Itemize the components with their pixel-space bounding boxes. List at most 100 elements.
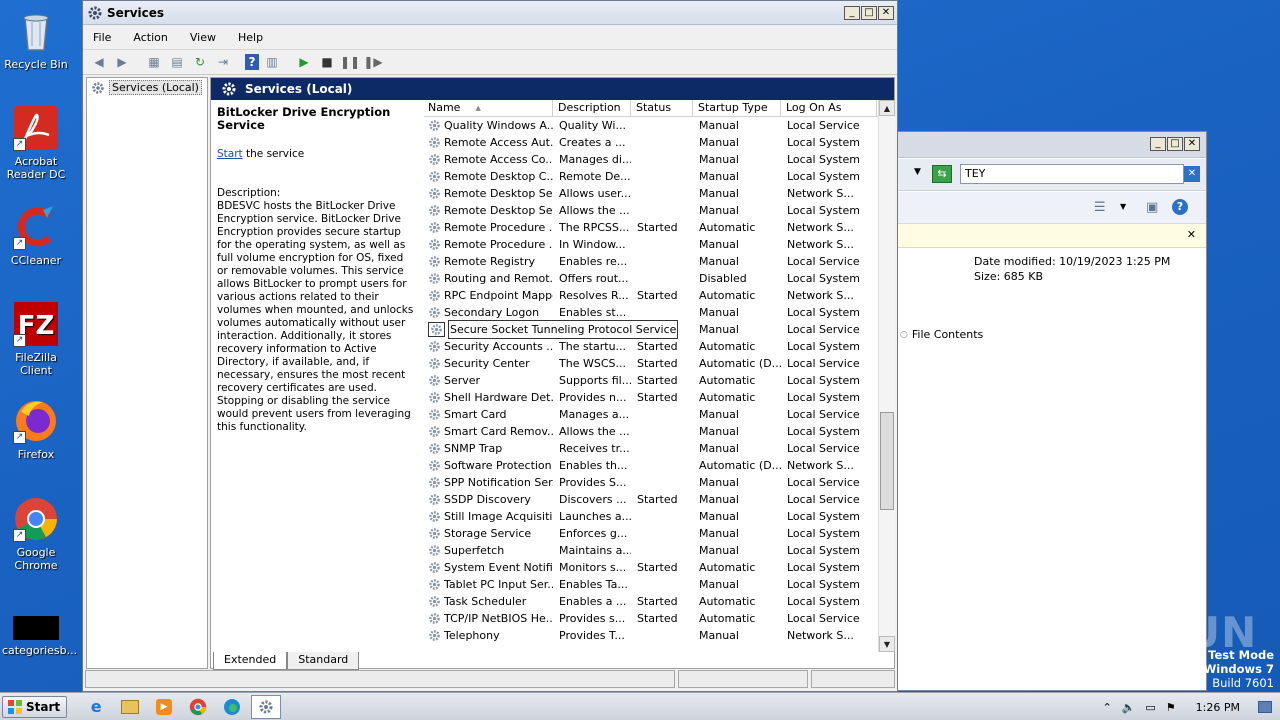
column-header-startup-type[interactable]: Startup Type <box>693 100 781 116</box>
table-row[interactable]: Telephony Provides T... Manual Network S... <box>424 627 894 644</box>
minimize-button[interactable]: _ <box>844 6 860 20</box>
start-service-link[interactable]: Start <box>217 148 243 160</box>
table-row[interactable]: Security Center The WSCS... Started Automat… <box>424 355 894 372</box>
table-row[interactable]: Remote Desktop C... Remote De... Manual Loc… <box>424 168 894 185</box>
edge-taskbar-icon[interactable] <box>217 695 247 719</box>
refresh-icon[interactable]: ↻ <box>190 52 210 72</box>
close-button[interactable]: ✕ <box>878 6 894 20</box>
table-row[interactable]: Remote Registry Enables re... Manual Local … <box>424 253 894 270</box>
table-row[interactable]: Storage Service Enforces g... Manual Local … <box>424 525 894 542</box>
file-contents-link[interactable]: ○ File Contents <box>900 328 983 341</box>
table-row[interactable]: Remote Procedure ... In Window... Manual Ne… <box>424 236 894 253</box>
chrome-taskbar-icon[interactable] <box>183 695 213 719</box>
action-center-flag-icon[interactable]: ⚑ <box>1166 701 1176 714</box>
table-row[interactable]: Quality Windows A... Quality Wi... Manual L… <box>424 117 894 134</box>
clock[interactable]: 1:26 PM <box>1196 701 1240 714</box>
table-row[interactable]: Security Accounts ... The startu... Starte… <box>424 338 894 355</box>
table-row[interactable]: SSDP Discovery Discovers ... Started Manual… <box>424 491 894 508</box>
back-icon[interactable]: ◀ <box>89 52 109 72</box>
menu-file[interactable]: File <box>93 31 111 44</box>
chevron-down-icon[interactable]: ▼ <box>1120 202 1126 211</box>
close-button[interactable]: ✕ <box>1184 137 1200 151</box>
pause-icon[interactable]: ❚❚ <box>340 52 360 72</box>
minimize-button[interactable]: _ <box>1150 137 1166 151</box>
view-options-icon[interactable]: ☰ <box>1094 200 1106 215</box>
column-header-logon[interactable]: Log On As <box>781 100 877 116</box>
search-input[interactable]: TEY <box>960 164 1184 184</box>
refresh-icon[interactable]: ⇆ <box>932 165 952 183</box>
properties-icon[interactable]: ▤ <box>167 52 187 72</box>
restart-icon[interactable]: ❚▶ <box>363 52 383 72</box>
table-row[interactable]: SPP Notification Ser... Provides S... Manu… <box>424 474 894 491</box>
table-row[interactable]: System Event Notifi... Monitors s... Start… <box>424 559 894 576</box>
services-titlebar[interactable]: Services <box>83 1 897 25</box>
tab-extended[interactable]: Extended <box>213 652 288 670</box>
tree-item-services-local[interactable]: Services (Local) <box>87 78 207 97</box>
clear-search-icon[interactable]: ✕ <box>1184 166 1200 182</box>
forward-icon[interactable]: ▶ <box>112 52 132 72</box>
preview-pane-icon[interactable]: ▣ <box>1146 200 1158 215</box>
table-row[interactable]: Task Scheduler Enables a ... Started Automa… <box>424 593 894 610</box>
maximize-button[interactable]: □ <box>1167 137 1183 151</box>
table-row[interactable]: Remote Access Co... Manages di... Manual Lo… <box>424 151 894 168</box>
column-header-description[interactable]: Description <box>553 100 631 116</box>
column-header-name[interactable]: Name ▲ <box>424 100 553 116</box>
table-row[interactable]: Shell Hardware Det... Provides n... Starte… <box>424 389 894 406</box>
ie-taskbar-icon[interactable]: e <box>81 695 111 719</box>
media-player-taskbar-icon[interactable]: ▶ <box>149 695 179 719</box>
tab-standard[interactable]: Standard <box>287 652 360 670</box>
table-row[interactable]: Smart Card Remov... Allows the ... Manual L… <box>424 423 894 440</box>
menu-action[interactable]: Action <box>133 31 167 44</box>
table-row[interactable]: Remote Desktop Se... Allows user... Manual… <box>424 185 894 202</box>
table-row[interactable]: Superfetch Maintains a... Manual Local Syst… <box>424 542 894 559</box>
menu-view[interactable]: View <box>190 31 216 44</box>
desktop-icon-filezilla[interactable]: FZ ↗ FileZilla Client <box>2 301 70 377</box>
vertical-scrollbar[interactable]: ▲ ▼ <box>878 100 895 652</box>
table-row[interactable]: Still Image Acquisiti... Launches a... Man… <box>424 508 894 525</box>
scroll-thumb[interactable] <box>880 412 894 510</box>
start-button[interactable]: Start <box>2 695 68 718</box>
table-row[interactable]: Smart Card Manages a... Manual Local Servic… <box>424 406 894 423</box>
show-desktop-icon[interactable] <box>1258 701 1272 713</box>
table-row[interactable]: TCP/IP NetBIOS He... Provides s... Started… <box>424 610 894 627</box>
table-row[interactable]: Secure Socket Tunneling Protocol Service… <box>424 320 894 339</box>
table-row[interactable]: SNMP Trap Receives tr... Manual Local Servi… <box>424 440 894 457</box>
table-row[interactable]: Software Protection Enables th... Automati… <box>424 457 894 474</box>
scroll-down-icon[interactable]: ▼ <box>879 636 895 652</box>
table-row[interactable]: RPC Endpoint Mapper Resolves R... Started A… <box>424 287 894 304</box>
table-row[interactable]: Remote Access Aut... Creates a ... Manual L… <box>424 134 894 151</box>
maximize-button[interactable]: □ <box>861 6 877 20</box>
explorer-window[interactable]: _ □ ✕ ▼ ⇆ TEY ✕ ☰ ▼ ▣ ? ✕ Date modified:… <box>897 131 1207 691</box>
explorer-taskbar-icon[interactable] <box>115 695 145 719</box>
table-row[interactable]: Remote Procedure ... The RPCSS... Started A… <box>424 219 894 236</box>
stop-icon[interactable]: ■ <box>317 52 337 72</box>
desktop-icon-categories[interactable]: categoriesb... <box>2 616 77 657</box>
desktop-icon-chrome[interactable]: ↗ Google Chrome <box>2 496 70 572</box>
services-taskbar-icon[interactable] <box>251 694 282 719</box>
desktop-icon-ccleaner[interactable]: ↗ CCleaner <box>2 204 70 267</box>
table-row[interactable]: Routing and Remot... Offers rout... Disabl… <box>424 270 894 287</box>
chevron-down-icon[interactable]: ▼ <box>914 167 921 177</box>
desktop-icon-firefox[interactable]: ↗ Firefox <box>2 398 70 461</box>
cell-name: Telephony <box>424 627 553 644</box>
services-window[interactable]: Services _ □ ✕ File Action View Help ◀ ▶… <box>82 0 898 692</box>
scroll-up-icon[interactable]: ▲ <box>879 100 895 116</box>
table-row[interactable]: Remote Desktop Se... Allows the ... Manual… <box>424 202 894 219</box>
table-row[interactable]: Server Supports fil... Started Automatic Loc… <box>424 372 894 389</box>
console-tree-icon[interactable]: ▦ <box>144 52 164 72</box>
show-hidden-icons-icon[interactable]: ⌃ <box>1102 701 1111 714</box>
desktop-icon-recycle-bin[interactable]: Recycle Bin <box>2 8 70 71</box>
table-row[interactable]: Tablet PC Input Ser... Enables Ta... Manua… <box>424 576 894 593</box>
menu-help[interactable]: Help <box>238 31 263 44</box>
show-hide-icon[interactable]: ▥ <box>262 52 282 72</box>
table-row[interactable]: Secondary Logon Enables st... Manual Local … <box>424 304 894 321</box>
close-infobar-icon[interactable]: ✕ <box>1187 228 1196 241</box>
export-list-icon[interactable]: ⇥ <box>213 52 233 72</box>
column-header-status[interactable]: Status <box>631 100 693 116</box>
play-icon[interactable]: ▶ <box>294 52 314 72</box>
help-icon[interactable]: ? <box>245 54 259 70</box>
desktop-icon-acrobat[interactable]: ↗ Acrobat Reader DC <box>2 105 70 181</box>
network-icon[interactable]: ▭ <box>1145 701 1155 714</box>
help-icon[interactable]: ? <box>1172 199 1188 215</box>
volume-icon[interactable]: 🔈 <box>1122 701 1136 714</box>
